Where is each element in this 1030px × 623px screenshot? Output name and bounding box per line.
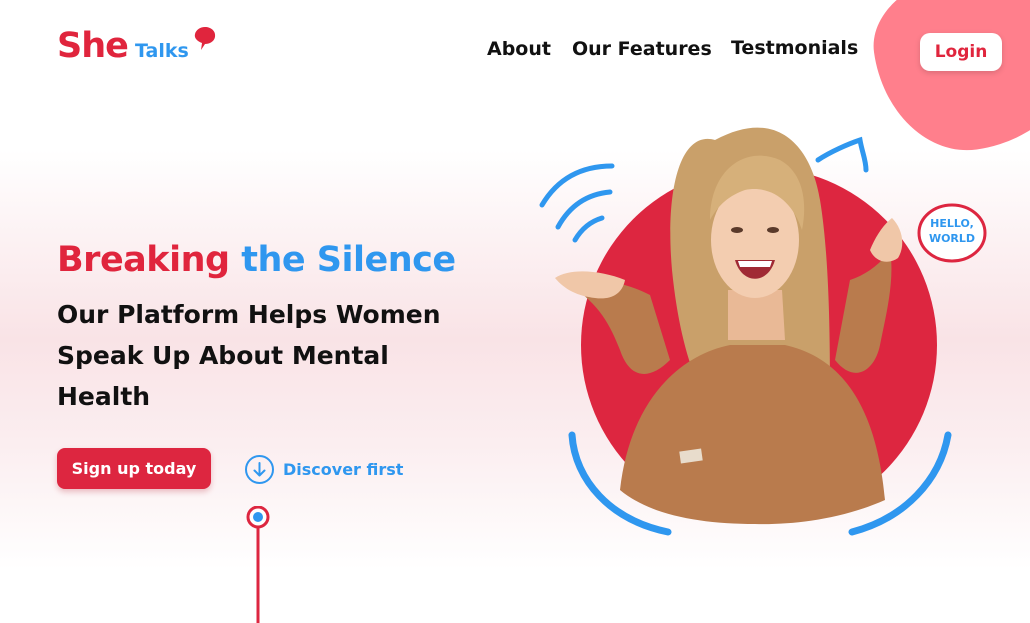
- svg-text:HELLO,: HELLO,: [930, 217, 974, 230]
- hero-subheadline: Our Platform Helps Women Speak Up About …: [57, 300, 441, 411]
- hello-world-badge: HELLO, WORLD: [917, 203, 987, 263]
- logo-talks-text: Talks: [135, 40, 189, 62]
- sign-up-button[interactable]: Sign up today: [57, 448, 211, 489]
- blue-squiggle-top: [815, 136, 869, 173]
- sound-waves-icon: [539, 163, 615, 243]
- nav-our-features[interactable]: Our Features: [572, 38, 712, 60]
- nav-testimonials[interactable]: Testmonials: [731, 37, 858, 59]
- scroll-indicator: [246, 506, 270, 623]
- nav-about[interactable]: About: [487, 38, 551, 60]
- logo-she-text: She: [57, 26, 129, 66]
- discover-first-link[interactable]: Discover first: [244, 453, 403, 485]
- svg-text:WORLD: WORLD: [929, 232, 975, 245]
- arrow-down-circle-icon: [245, 454, 274, 484]
- discover-first-label: Discover first: [283, 459, 404, 479]
- hero-headline: Breaking the Silence: [57, 240, 456, 280]
- login-button[interactable]: Login: [920, 33, 1002, 71]
- headline-the-silence: the Silence: [241, 240, 456, 280]
- speech-bubble-icon: [194, 27, 216, 50]
- headline-breaking: Breaking: [57, 240, 230, 280]
- hero-illustration: HELLO, WORLD: [539, 127, 987, 536]
